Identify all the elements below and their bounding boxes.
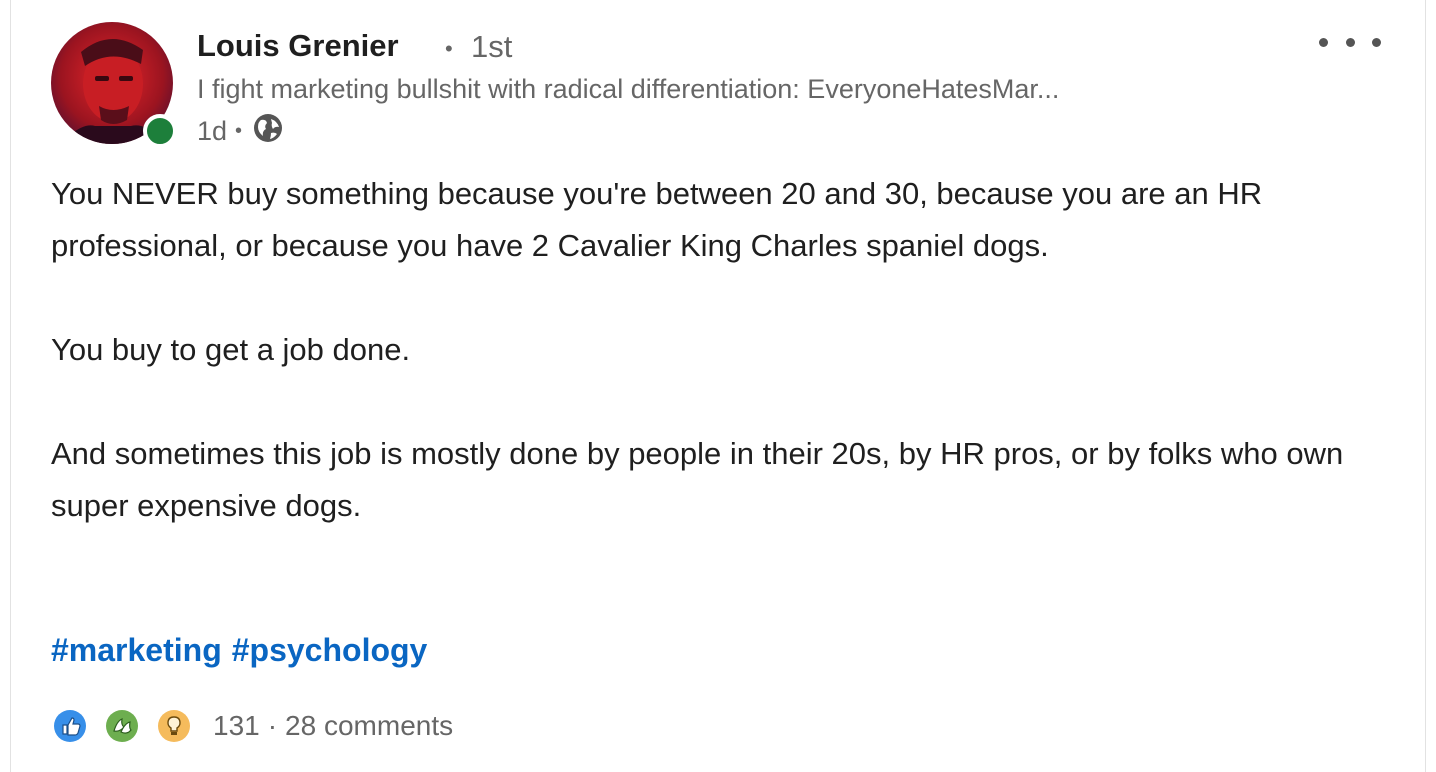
post-paragraph: And sometimes this job is mostly done by… [51, 436, 1344, 523]
feed-post-card: Louis Grenier • 1st I fight marketing bu… [10, 0, 1426, 772]
meta-separator: • [235, 119, 243, 142]
insightful-icon[interactable] [155, 707, 193, 745]
author-headline[interactable]: I fight marketing bullshit with radical … [197, 74, 1059, 105]
post-time: 1d [197, 115, 228, 146]
celebrate-icon[interactable] [103, 707, 141, 745]
more-options-icon[interactable] [1319, 30, 1381, 54]
post-paragraph: You NEVER buy something because you're b… [51, 176, 1263, 263]
social-counts: 131 · 28 comments [51, 706, 453, 746]
globe-icon [252, 112, 284, 151]
connection-degree: 1st [471, 29, 513, 64]
post-meta: 1d • [197, 112, 284, 151]
post-paragraph: You buy to get a job done. [51, 332, 411, 367]
reaction-count[interactable]: 131 [213, 710, 260, 742]
social-separator: · [267, 710, 278, 741]
degree-separator: • [445, 36, 453, 61]
comments-count[interactable]: 28 comments [285, 710, 453, 742]
online-status-indicator [143, 114, 177, 148]
hashtag-marketing[interactable]: #marketing [51, 632, 222, 668]
hashtag-list: #marketing #psychology [51, 632, 437, 669]
hashtag-psychology[interactable]: #psychology [232, 632, 428, 668]
author-avatar[interactable] [51, 22, 177, 148]
like-icon[interactable] [51, 707, 89, 745]
author-name[interactable]: Louis Grenier [197, 28, 399, 64]
post-body: You NEVER buy something because you're b… [51, 168, 1381, 532]
